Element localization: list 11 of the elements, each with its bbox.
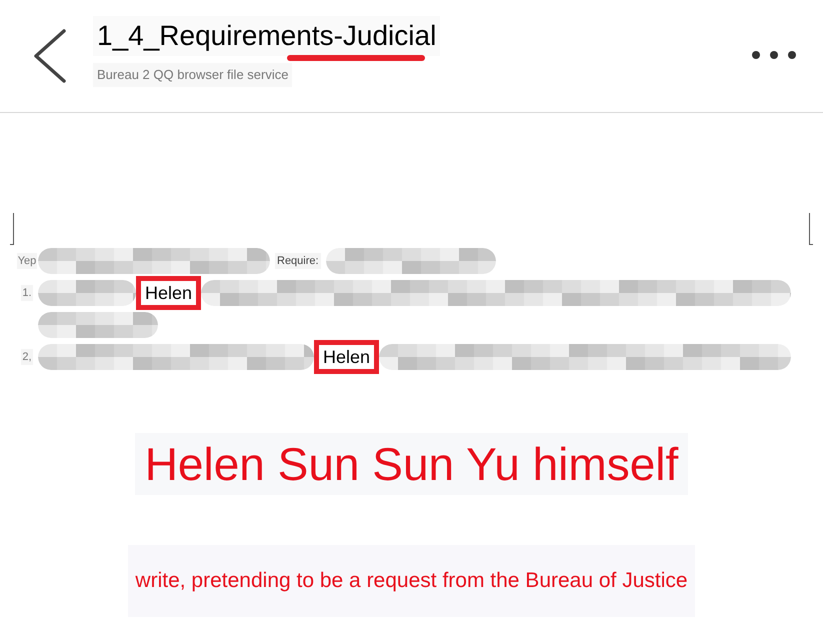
file-title: 1_4_Requirements-Judicial <box>93 16 440 56</box>
back-icon[interactable] <box>33 29 67 83</box>
highlighted-name: Helen <box>136 276 202 310</box>
highlighted-name: Helen <box>314 340 380 374</box>
headline: Helen Sun Sun Yu himself <box>134 433 688 495</box>
field-label: Require: <box>275 252 321 270</box>
page-corner-mark <box>10 213 14 245</box>
file-source: Bureau 2 QQ browser file service <box>93 63 292 86</box>
page-corner-mark <box>809 213 813 245</box>
more-icon[interactable] <box>751 50 797 60</box>
caption: write, pretending to be a request from the Bureau of Justice <box>128 545 695 616</box>
